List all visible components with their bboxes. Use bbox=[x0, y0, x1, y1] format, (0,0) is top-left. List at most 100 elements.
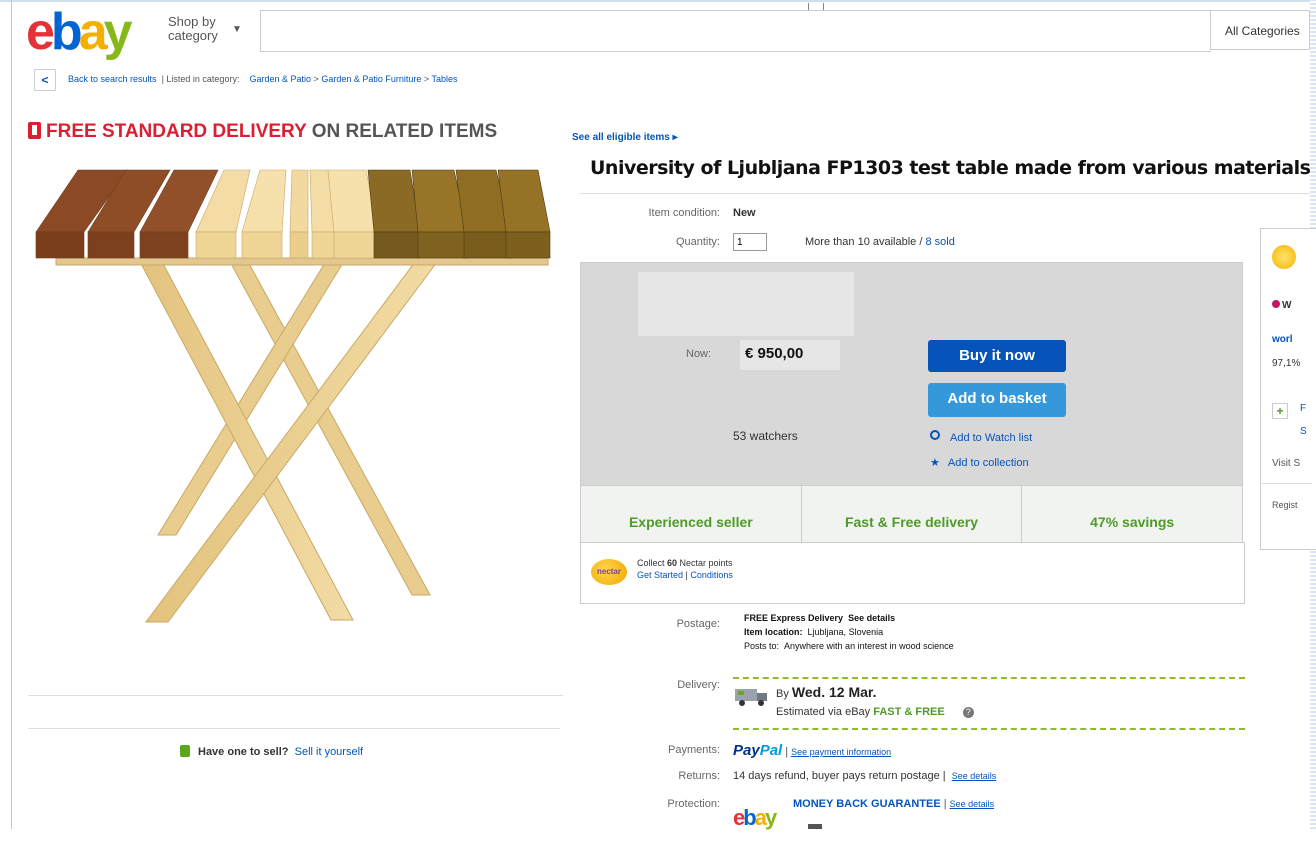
returns-label: Returns: bbox=[678, 770, 720, 782]
quantity-input[interactable] bbox=[733, 233, 767, 251]
protection-see-details-link[interactable]: See details bbox=[950, 799, 995, 809]
banner-free-text: FREE STANDARD DELIVERY bbox=[46, 121, 307, 142]
seller-name-text: W bbox=[1282, 300, 1292, 311]
ebay-protection-logo: ebay bbox=[733, 805, 777, 830]
nectar-conditions-link[interactable]: Conditions bbox=[690, 570, 733, 580]
item-title: University of Ljubljana FP1303 test tabl… bbox=[590, 157, 1311, 179]
placeholder-block bbox=[638, 272, 854, 336]
item-condition-value: New bbox=[733, 207, 756, 219]
by-label: By bbox=[776, 688, 792, 700]
paypal-pal: Pal bbox=[759, 742, 783, 759]
payments-label: Payments: bbox=[668, 744, 720, 756]
nectar-logo: nectar bbox=[591, 559, 627, 585]
back-arrow-icon[interactable]: < bbox=[34, 69, 56, 91]
availability: More than 10 available / 8 sold bbox=[805, 236, 955, 248]
collection-label: Add to collection bbox=[947, 457, 1029, 469]
watch-list-label: Add to Watch list bbox=[950, 432, 1033, 444]
protection-separator: | bbox=[943, 798, 947, 810]
breadcrumb: Back to search results | Listed in categ… bbox=[68, 74, 458, 84]
free-delivery-banner: FREE STANDARD DELIVERY ON RELATED ITEMS bbox=[28, 121, 497, 143]
fast-free-label: FAST & FREE bbox=[873, 706, 945, 718]
breadcrumb-separator: > bbox=[423, 74, 430, 84]
shop-by-category-button[interactable]: Shop by category bbox=[168, 15, 218, 43]
guarantee-text: MONEY BACK GUARANTEE bbox=[793, 798, 941, 810]
page-frame-top bbox=[0, 0, 1316, 2]
postage-details: FREE Express Delivery See details Item l… bbox=[744, 611, 954, 653]
dashed-divider bbox=[733, 677, 1245, 679]
price: € 950,00 bbox=[745, 345, 804, 362]
delivery-label: Delivery: bbox=[677, 679, 720, 691]
sell-it-yourself-link[interactable]: Sell it yourself bbox=[295, 746, 363, 758]
breadcrumb-tables[interactable]: Tables bbox=[432, 74, 458, 84]
eye-icon bbox=[930, 430, 940, 440]
nectar-collect: Collect bbox=[637, 558, 668, 568]
shop-by-label: Shop by bbox=[168, 14, 216, 29]
thumbnail-divider bbox=[28, 728, 560, 729]
seller-link[interactable]: worl bbox=[1272, 334, 1293, 345]
register-text: Regist bbox=[1272, 500, 1298, 510]
breadcrumb-garden-furniture[interactable]: Garden & Patio Furniture bbox=[321, 74, 421, 84]
info-icon[interactable]: ? bbox=[962, 707, 974, 718]
follow-seller-link[interactable]: F bbox=[1300, 403, 1306, 414]
breadcrumb-garden-patio[interactable]: Garden & Patio bbox=[249, 74, 311, 84]
plus-icon[interactable]: + bbox=[1272, 403, 1288, 419]
quantity-label: Quantity: bbox=[675, 236, 720, 248]
posts-to-label: Posts to: bbox=[744, 641, 780, 651]
buy-it-now-button[interactable]: Buy it now bbox=[928, 340, 1066, 372]
postage-see-details-link[interactable]: See details bbox=[848, 613, 895, 623]
table-illustration bbox=[35, 169, 551, 623]
item-location-value: Ljubljana, Slovenia bbox=[807, 627, 884, 637]
returns-see-details-link[interactable]: See details bbox=[952, 771, 997, 781]
visit-store-link[interactable]: Visit S bbox=[1272, 458, 1300, 469]
breadcrumb-separator: > bbox=[313, 74, 319, 84]
search-input[interactable] bbox=[260, 10, 1211, 52]
sell-tag-icon bbox=[180, 745, 190, 757]
all-categories-select[interactable]: All Categories bbox=[1210, 10, 1310, 50]
seller-badge-icon bbox=[1272, 300, 1280, 308]
ebay-logo[interactable]: ebay bbox=[26, 6, 133, 58]
paypal-pay: Pay bbox=[733, 742, 760, 759]
category-label: category bbox=[168, 28, 218, 43]
postage-label: Postage: bbox=[676, 618, 720, 630]
see-all-eligible-link[interactable]: See all eligible items ▸ bbox=[572, 132, 678, 143]
item-location-label: Item location: bbox=[744, 627, 803, 637]
item-condition-label: Item condition: bbox=[648, 207, 720, 219]
nectar-get-started-link[interactable]: Get Started bbox=[637, 570, 683, 580]
truck-icon bbox=[735, 689, 767, 706]
delivery-date-value: Wed. 12 Mar. bbox=[791, 684, 877, 700]
back-to-search-link[interactable]: Back to search results bbox=[68, 74, 157, 84]
banner-related-text: ON RELATED ITEMS bbox=[311, 121, 498, 142]
watchers-count: 53 watchers bbox=[733, 429, 798, 443]
add-to-collection-link[interactable]: ★ Add to collection bbox=[930, 456, 1029, 469]
caret-down-icon: ▼ bbox=[232, 24, 242, 35]
title-divider bbox=[580, 193, 1310, 194]
protection-label: Protection: bbox=[667, 798, 720, 810]
seller-feedback-percent: 97,1% bbox=[1272, 358, 1301, 369]
available-text: More than 10 available / bbox=[805, 236, 926, 248]
sell-question: Have one to sell? bbox=[198, 746, 289, 758]
add-to-watch-list-link[interactable]: Add to Watch list bbox=[930, 430, 1032, 444]
paypal-logo: PayPal | See payment information bbox=[733, 742, 891, 759]
seller-divider bbox=[1262, 483, 1312, 484]
listed-in-label: | Listed in category: bbox=[161, 74, 240, 84]
see-payment-information-link[interactable]: See payment information bbox=[791, 747, 891, 757]
nectar-text: Collect 60 Nectar points Get Started | C… bbox=[637, 557, 733, 581]
money-back-guarantee: MONEY BACK GUARANTEE | See details bbox=[793, 798, 994, 810]
star-icon: ★ bbox=[930, 457, 940, 469]
posts-to-value: Anywhere with an interest in wood scienc… bbox=[784, 641, 954, 651]
seller-name[interactable]: W bbox=[1272, 300, 1291, 311]
nectar-points: 60 bbox=[667, 558, 678, 568]
delivery-estimate: Estimated via eBay FAST & FREE? bbox=[776, 706, 974, 718]
estimate-text: Estimated via eBay bbox=[776, 706, 874, 718]
add-to-basket-button[interactable]: Add to basket bbox=[928, 383, 1066, 417]
returns-text: 14 days refund, buyer pays return postag… bbox=[733, 770, 996, 782]
top-rated-medal-icon bbox=[1272, 245, 1296, 269]
have-one-to-sell: Have one to sell? Sell it yourself bbox=[180, 745, 363, 758]
seller-s-link[interactable]: S bbox=[1300, 426, 1307, 437]
page-frame-left bbox=[11, 0, 12, 829]
now-label: Now: bbox=[686, 348, 712, 360]
product-image[interactable] bbox=[28, 150, 563, 696]
dashed-divider bbox=[733, 728, 1245, 730]
delivery-tag-icon bbox=[28, 122, 41, 139]
sold-link[interactable]: 8 sold bbox=[925, 236, 954, 248]
